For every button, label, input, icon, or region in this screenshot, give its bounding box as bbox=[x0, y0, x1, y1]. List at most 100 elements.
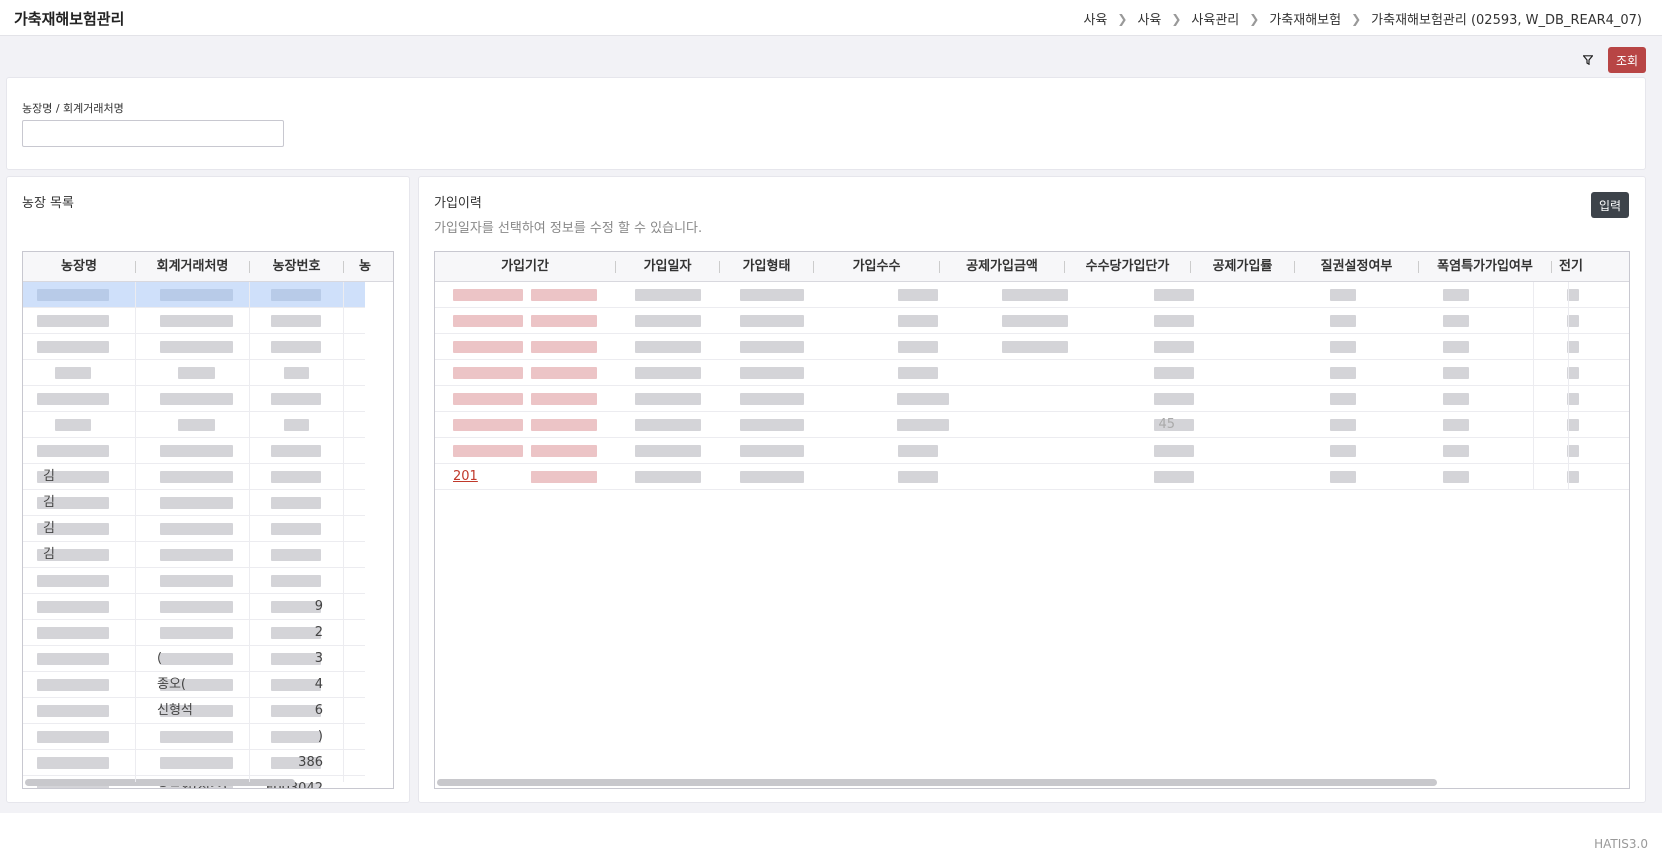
table-row[interactable]: 김 bbox=[23, 542, 365, 568]
column-header-truncated[interactable]: 전기 bbox=[1559, 252, 1629, 282]
input-button[interactable]: 입력 bbox=[1591, 192, 1629, 218]
redacted-cell bbox=[37, 445, 109, 457]
column-divider bbox=[1551, 261, 1552, 273]
table-row[interactable] bbox=[23, 438, 365, 464]
table-row[interactable]: 201 bbox=[435, 464, 1629, 490]
filter-icon[interactable] bbox=[1576, 48, 1600, 72]
redacted-cell bbox=[55, 367, 91, 379]
table-row[interactable]: 9 bbox=[23, 594, 365, 620]
redacted-cell bbox=[37, 627, 109, 639]
redacted-cell bbox=[271, 497, 321, 509]
column-header-insured-rate[interactable]: 공제가입률 bbox=[1191, 252, 1294, 282]
redacted-cell bbox=[1154, 315, 1194, 327]
farm-name-input[interactable] bbox=[22, 120, 284, 147]
period-link-redacted[interactable] bbox=[453, 419, 523, 431]
period-link-redacted[interactable] bbox=[453, 367, 523, 379]
table-row[interactable] bbox=[435, 386, 1629, 412]
table-row[interactable]: 386 bbox=[23, 750, 365, 776]
farm-number-cell: 6 bbox=[314, 703, 323, 718]
table-row[interactable]: 2 bbox=[23, 620, 365, 646]
redacted-cell bbox=[531, 471, 597, 483]
table-row[interactable] bbox=[23, 386, 365, 412]
period-link[interactable]: 201 bbox=[453, 464, 478, 490]
redacted-cell bbox=[37, 653, 109, 665]
redacted-cell bbox=[898, 471, 938, 483]
redacted-cell bbox=[740, 289, 804, 301]
redacted-cell bbox=[531, 341, 597, 353]
redacted-cell bbox=[271, 549, 321, 561]
redacted-cell bbox=[271, 523, 321, 535]
column-header-insured-amount[interactable]: 공제가입금액 bbox=[940, 252, 1064, 282]
period-link-redacted[interactable] bbox=[453, 393, 523, 405]
table-row[interactable]: 종오(4 bbox=[23, 672, 365, 698]
period-link-redacted[interactable] bbox=[453, 445, 523, 457]
redacted-cell bbox=[740, 393, 804, 405]
redacted-cell bbox=[178, 419, 215, 431]
column-header-pledge[interactable]: 질권설정여부 bbox=[1295, 252, 1418, 282]
period-link-redacted[interactable] bbox=[453, 289, 523, 301]
redacted-cell bbox=[160, 445, 233, 457]
redacted-cell bbox=[160, 523, 233, 535]
redacted-cell bbox=[531, 419, 597, 431]
redacted-cell bbox=[1330, 341, 1356, 353]
breadcrumb-item[interactable]: 사육관리 bbox=[1191, 9, 1239, 28]
farm-list-grid[interactable]: 농장명 회계거래처명 농장번호 농 김김김김92(3종오(4신형석6)386유두… bbox=[22, 251, 394, 789]
period-link-redacted[interactable] bbox=[453, 315, 523, 327]
table-row[interactable]: (3 bbox=[23, 646, 365, 672]
table-row[interactable] bbox=[23, 412, 365, 438]
page-title: 가축재해보험관리 bbox=[14, 10, 125, 28]
redacted-cell bbox=[160, 549, 233, 561]
redacted-cell bbox=[531, 445, 597, 457]
column-header-truncated[interactable]: 농 bbox=[359, 252, 393, 282]
column-header-heatwave[interactable]: 폭염특가가입여부 bbox=[1419, 252, 1551, 282]
redacted-cell bbox=[898, 445, 938, 457]
horizontal-scrollbar[interactable] bbox=[437, 779, 1437, 786]
farm-number-cell: 386 bbox=[298, 755, 323, 770]
redacted-cell bbox=[37, 393, 109, 405]
column-header-farm-number[interactable]: 농장번호 bbox=[250, 252, 343, 282]
table-row[interactable] bbox=[23, 568, 365, 594]
column-header-unit-price[interactable]: 수수당가입단가 bbox=[1065, 252, 1190, 282]
breadcrumb-item[interactable]: 사육 bbox=[1083, 9, 1107, 28]
redacted-cell bbox=[160, 497, 233, 509]
redacted-cell bbox=[1154, 393, 1194, 405]
farm-list-panel: 농장 목록 농장명 회계거래처명 농장번호 농 김 김 김 김 9 2(3 종오(4 신형석 6… bbox=[6, 176, 410, 803]
table-row[interactable]: 김 bbox=[23, 516, 365, 542]
table-row[interactable] bbox=[435, 334, 1629, 360]
redacted-cell bbox=[635, 341, 701, 353]
redacted-cell bbox=[37, 289, 109, 301]
column-header-account-name[interactable]: 회계거래처명 bbox=[136, 252, 249, 282]
table-row[interactable]: 45 bbox=[435, 412, 1629, 438]
table-row[interactable] bbox=[435, 360, 1629, 386]
redacted-cell bbox=[531, 367, 597, 379]
table-row[interactable]: 신형석 6 bbox=[23, 698, 365, 724]
table-row[interactable] bbox=[23, 308, 365, 334]
table-row[interactable] bbox=[23, 282, 365, 308]
search-button[interactable]: 조회 bbox=[1608, 47, 1646, 73]
column-header-join-type[interactable]: 가입형태 bbox=[720, 252, 813, 282]
table-row[interactable] bbox=[435, 282, 1629, 308]
breadcrumb-item[interactable]: 가축재해보험 bbox=[1269, 9, 1341, 28]
breadcrumb-item[interactable]: 사육 bbox=[1137, 9, 1161, 28]
column-header-join-date[interactable]: 가입일자 bbox=[616, 252, 719, 282]
table-row[interactable]: 김 bbox=[23, 490, 365, 516]
footer: HATIS3.0 bbox=[0, 813, 1662, 867]
column-header-head-count[interactable]: 가입수수 bbox=[814, 252, 939, 282]
history-grid[interactable]: 가입기간 가입일자 가입형태 가입수수 공제가입금액 수수당가입단가 공제가입률… bbox=[434, 251, 1630, 789]
table-row[interactable] bbox=[23, 334, 365, 360]
redacted-cell bbox=[1154, 341, 1194, 353]
table-row[interactable]: ) bbox=[23, 724, 365, 750]
table-row[interactable] bbox=[435, 308, 1629, 334]
redacted-cell bbox=[160, 653, 233, 665]
period-link-redacted[interactable] bbox=[453, 341, 523, 353]
table-row[interactable] bbox=[23, 360, 365, 386]
column-header-farm-name[interactable]: 농장명 bbox=[23, 252, 135, 282]
redacted-cell bbox=[1330, 471, 1356, 483]
column-header-period[interactable]: 가입기간 bbox=[435, 252, 615, 282]
redacted-cell bbox=[37, 705, 109, 717]
horizontal-scrollbar[interactable] bbox=[25, 779, 295, 786]
table-row[interactable] bbox=[435, 438, 1629, 464]
table-row[interactable]: 김 bbox=[23, 464, 365, 490]
redacted-cell bbox=[898, 341, 938, 353]
redacted-cell bbox=[1443, 341, 1469, 353]
